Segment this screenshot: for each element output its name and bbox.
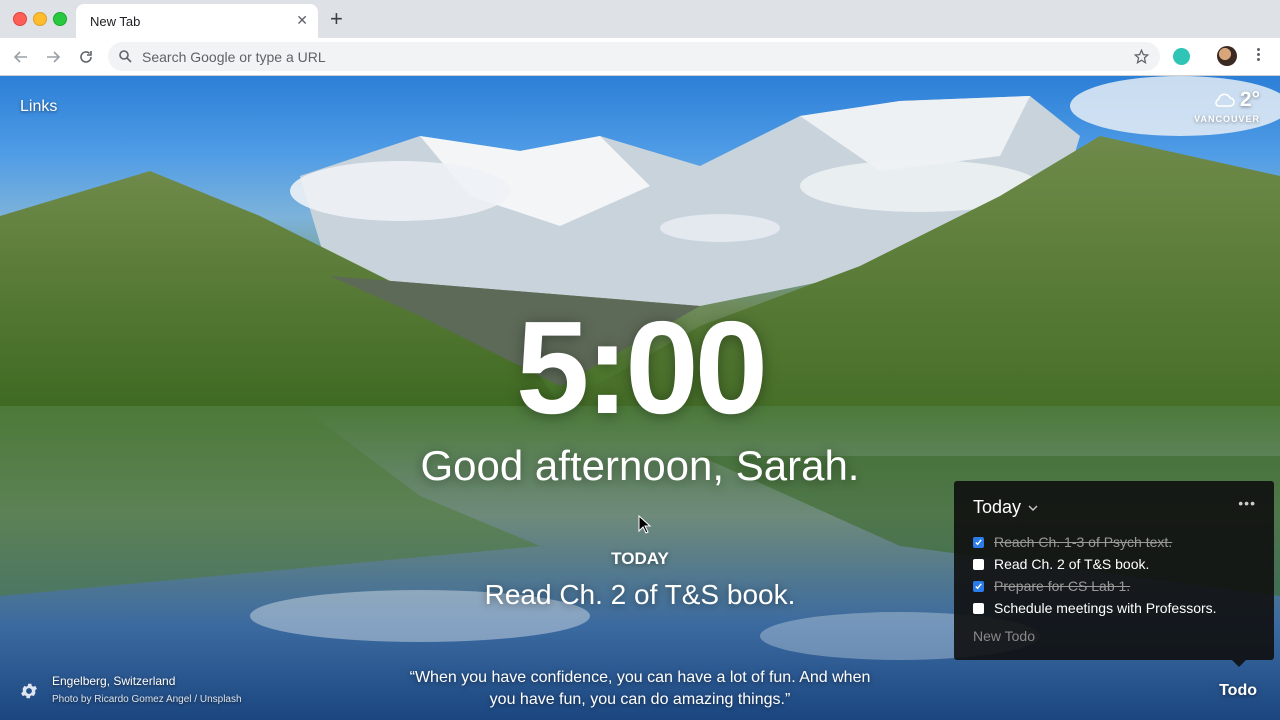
new-todo-input[interactable]: New Todo <box>973 628 1035 644</box>
bookmark-star-icon <box>1134 49 1149 64</box>
todo-item[interactable]: Reach Ch. 1-3 of Psych text. <box>973 531 1217 553</box>
todo-checkbox[interactable] <box>973 536 984 548</box>
checkmark-icon <box>975 538 982 545</box>
quote: “When you have confidence, you can have … <box>409 669 871 708</box>
address-bar-placeholder: Search Google or type a URL <box>142 49 326 65</box>
weather-temperature: 2° <box>1239 88 1260 111</box>
forward-button[interactable] <box>41 45 65 69</box>
browser-menu-icon[interactable] <box>1254 46 1262 66</box>
todo-list: Reach Ch. 1-3 of Psych text. Read Ch. 2 o… <box>973 531 1217 619</box>
todo-item[interactable]: Schedule meetings with Professors. <box>973 597 1217 619</box>
tab-close-icon[interactable]: ✕ <box>296 12 308 29</box>
tab-title: New Tab <box>90 14 141 29</box>
settings-button[interactable] <box>19 681 39 706</box>
new-tab-button[interactable]: + <box>330 7 343 31</box>
search-icon <box>119 50 132 63</box>
todo-checkbox[interactable] <box>973 602 984 614</box>
checkmark-icon <box>975 582 982 589</box>
todo-panel: Today ••• Reach Ch. 1-3 of Psych text. Re… <box>954 481 1274 667</box>
tab-strip: New Tab ✕ + <box>0 0 1280 38</box>
todo-text: Prepare for CS Lab 1. <box>994 578 1131 594</box>
todo-list-selector[interactable]: Today <box>973 497 1039 518</box>
weather-widget[interactable]: 2° VANCOUVER <box>1194 88 1260 124</box>
minimize-window-button[interactable] <box>33 12 47 26</box>
todo-text: Reach Ch. 1-3 of Psych text. <box>994 534 1173 550</box>
new-tab-page: Links 2° VANCOUVER 5:00 Good afternoon, … <box>0 76 1280 720</box>
photo-credit[interactable]: Photo by Ricardo Gomez Angel / Unsplash <box>52 694 242 705</box>
gear-icon <box>21 683 37 699</box>
todo-text: Read Ch. 2 of T&S book. <box>994 556 1150 572</box>
todo-text: Schedule meetings with Professors. <box>994 600 1217 616</box>
todo-more-button[interactable]: ••• <box>1238 495 1256 511</box>
weather-location: VANCOUVER <box>1194 114 1260 124</box>
back-button[interactable] <box>9 45 33 69</box>
maximize-window-button[interactable] <box>53 12 67 26</box>
address-bar[interactable]: Search Google or type a URL <box>108 42 1160 71</box>
clock: 5:00 <box>515 294 768 441</box>
forward-arrow-icon <box>47 51 61 63</box>
todo-list-title: Today <box>973 497 1022 517</box>
links-button[interactable]: Links <box>20 98 57 116</box>
reload-button[interactable] <box>74 45 98 69</box>
close-window-button[interactable] <box>13 12 27 26</box>
tab-new-tab[interactable]: New Tab ✕ <box>76 4 318 38</box>
chevron-down-icon <box>1028 505 1038 511</box>
todo-item[interactable]: Prepare for CS Lab 1. <box>973 575 1217 597</box>
todo-checkbox[interactable] <box>973 580 984 592</box>
mouse-cursor-icon <box>638 515 652 534</box>
cloud-icon <box>1215 93 1235 107</box>
photo-location[interactable]: Engelberg, Switzerland <box>52 674 175 688</box>
todo-checkbox[interactable] <box>973 558 984 570</box>
browser-toolbar: Search Google or type a URL <box>0 38 1280 76</box>
back-arrow-icon <box>13 51 27 63</box>
todo-toggle-button[interactable]: Todo <box>1219 682 1257 700</box>
profile-avatar[interactable] <box>1217 46 1237 66</box>
reload-icon <box>80 51 92 63</box>
extension-icon[interactable] <box>1173 48 1190 65</box>
todo-item[interactable]: Read Ch. 2 of T&S book. <box>973 553 1217 575</box>
